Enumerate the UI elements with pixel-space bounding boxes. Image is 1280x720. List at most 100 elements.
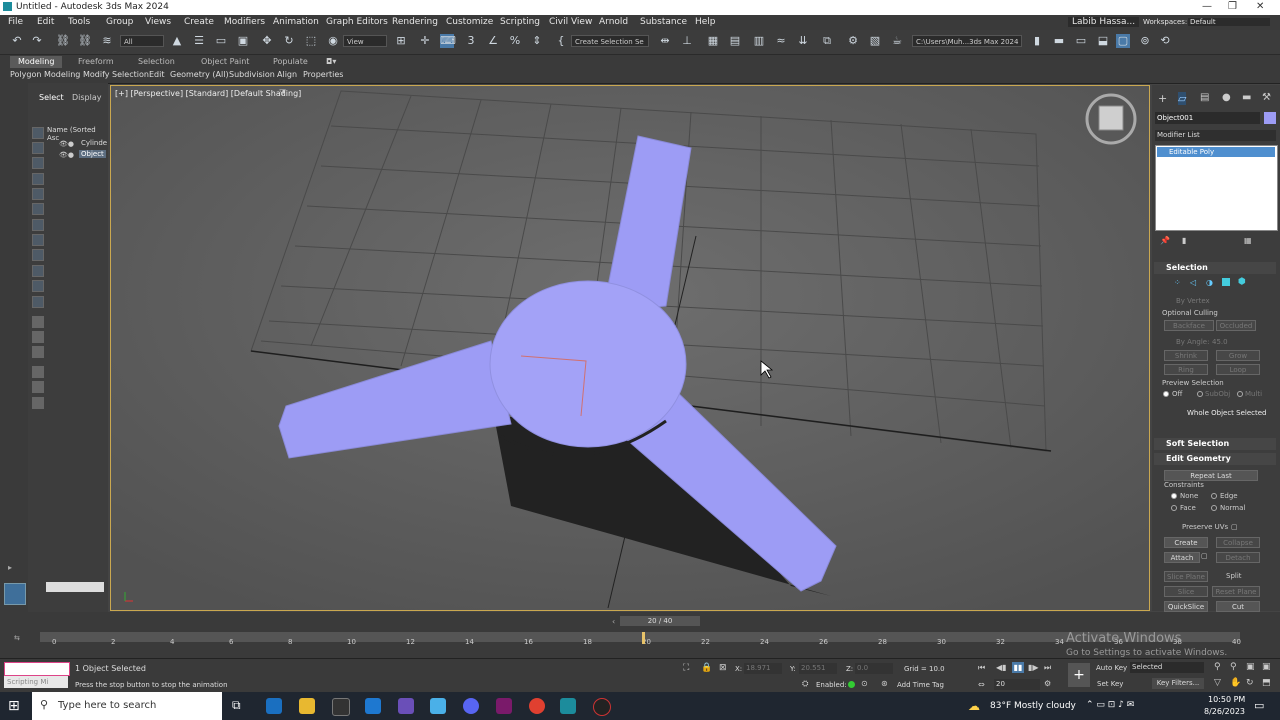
mirror-icon[interactable]: ⇹ — [658, 34, 672, 48]
go-to-start-icon[interactable]: ⏮ — [978, 663, 985, 673]
menu-civil-view[interactable]: Civil View — [549, 17, 592, 27]
time-tag-toggle-icon[interactable]: ⊙ — [861, 679, 868, 688]
layer-explorer-icon[interactable]: ▤ — [728, 34, 742, 48]
zoom-extents-all-icon[interactable]: ▣ — [1262, 662, 1271, 672]
render-setup-icon[interactable]: ⚙ — [846, 34, 860, 48]
viewport-nav-icon[interactable] — [4, 583, 26, 605]
tab-modeling[interactable]: Modeling — [10, 56, 63, 68]
hierarchy-tab-icon[interactable]: ▤ — [1200, 92, 1209, 103]
preserve-uvs-checkbox[interactable]: Preserve UVs — [1182, 523, 1228, 531]
subtab-properties[interactable]: Properties — [303, 70, 343, 79]
quickslice-button[interactable]: QuickSlice — [1164, 601, 1208, 612]
file-explorer-icon[interactable] — [299, 698, 315, 714]
maxscript-mini-listener[interactable]: Scripting Mi — [4, 676, 68, 688]
grow-button[interactable]: Grow — [1216, 350, 1260, 361]
subtab-align[interactable]: Align — [277, 70, 297, 79]
modify-tab-icon[interactable]: ▱ — [1178, 92, 1187, 105]
menu-rendering[interactable]: Rendering — [392, 17, 438, 27]
field-of-view-icon[interactable]: ▽ — [1214, 678, 1221, 688]
menu-substance[interactable]: Substance — [640, 17, 687, 27]
scale-icon[interactable]: ⬚ — [304, 34, 318, 48]
all-filter-icon[interactable] — [32, 296, 44, 308]
time-slider[interactable]: 20 / 40 — [620, 616, 700, 626]
pan-icon[interactable]: ✋ — [1230, 678, 1241, 688]
menu-scripting[interactable]: Scripting — [500, 17, 540, 27]
key-selection-dropdown[interactable]: Selected — [1130, 662, 1204, 673]
current-frame-field[interactable]: 20 — [994, 679, 1040, 690]
tab-object-paint[interactable]: Object Paint — [193, 56, 257, 68]
collapse-arrow-icon[interactable]: ▸ — [8, 563, 12, 572]
subtab-modify-selection[interactable]: Modify Selection — [83, 70, 149, 79]
constraint-none-radio[interactable] — [1171, 493, 1177, 499]
preview-multi-radio[interactable] — [1237, 391, 1243, 397]
taskbar-search-box[interactable]: ⚲ Type here to search — [32, 692, 222, 720]
auto-key-button[interactable]: Auto Key — [1096, 664, 1127, 672]
zoom-icon[interactable]: ⚲ — [1214, 662, 1221, 672]
place-icon[interactable]: ◉ — [326, 34, 340, 48]
by-angle-checkbox[interactable]: By Angle: — [1176, 338, 1209, 346]
subobject-element-icon[interactable]: ⬢ — [1238, 277, 1246, 287]
detach-button[interactable]: Detach — [1216, 552, 1260, 563]
x-coordinate-field[interactable]: 18.971 — [744, 663, 782, 674]
ring-button[interactable]: Ring — [1164, 364, 1208, 375]
isolate-icon[interactable]: ⛶ — [683, 663, 689, 673]
menu-views[interactable]: Views — [145, 17, 171, 27]
create-button[interactable]: Create — [1164, 537, 1208, 548]
adobe-xd-icon[interactable] — [496, 698, 512, 714]
menu-edit[interactable]: Edit — [37, 17, 54, 27]
tab-selection[interactable]: Selection — [130, 56, 183, 68]
tab-populate[interactable]: Populate — [265, 56, 316, 68]
loop-button[interactable]: Loop — [1216, 364, 1260, 375]
gallery-icon[interactable]: ▭ — [1074, 34, 1088, 48]
add-time-tag[interactable]: Add Time Tag — [897, 681, 944, 689]
windows-start-icon[interactable]: ⊞ — [8, 698, 20, 714]
clock-time[interactable]: 10:50 PM — [1208, 695, 1245, 704]
unlink-icon[interactable]: ⛓ — [78, 34, 92, 48]
render-icon[interactable]: ☕ — [890, 34, 904, 48]
discord-icon[interactable] — [463, 698, 479, 714]
configure-sets-icon[interactable]: ▦ — [1244, 236, 1252, 245]
ribbon-options-icon[interactable]: ◘▾ — [326, 57, 336, 66]
subtab-polygon-modeling[interactable]: Polygon Modeling — [10, 70, 80, 79]
funnel-icon[interactable] — [32, 366, 44, 378]
preserve-uvs-settings-icon[interactable]: ▢ — [1231, 523, 1238, 531]
menu-help[interactable]: Help — [695, 17, 716, 27]
spinner-snap-icon[interactable]: ⇕ — [530, 34, 544, 48]
subobject-border-icon[interactable]: ◑ — [1206, 278, 1213, 287]
key-filters-button[interactable]: Key Filters... — [1152, 678, 1204, 689]
scene-tab-display[interactable]: Display — [72, 93, 102, 102]
user-account[interactable]: Labib Hassa... — [1068, 17, 1140, 27]
warp-filter-icon[interactable] — [32, 219, 44, 231]
by-vertex-checkbox[interactable]: By Vertex — [1176, 297, 1210, 305]
notes-app-icon[interactable] — [430, 698, 446, 714]
tab-freeform[interactable]: Freeform — [70, 56, 122, 68]
material-editor-icon[interactable]: ⧉ — [820, 34, 834, 48]
maxscript-listener-top[interactable] — [4, 662, 70, 676]
mail-icon[interactable] — [365, 698, 381, 714]
viewport-layout-icon[interactable]: ▢ — [1116, 34, 1130, 48]
rotate-icon[interactable]: ↻ — [282, 34, 296, 48]
scene-tab-select[interactable]: Select — [39, 93, 64, 102]
viewport-filter-icon[interactable]: ⧩ — [279, 88, 286, 98]
menu-tools[interactable]: Tools — [68, 17, 90, 27]
find-icon[interactable] — [32, 381, 44, 393]
stack-item-editable-poly[interactable]: Editable Poly — [1157, 147, 1275, 157]
undo-icon[interactable]: ↶ — [10, 34, 24, 48]
go-to-end-icon[interactable]: ⏭ — [1044, 663, 1051, 673]
reset-plane-button[interactable]: Reset Plane — [1212, 586, 1260, 597]
camera-filter-icon[interactable] — [32, 188, 44, 200]
collapse-button[interactable]: Collapse — [1216, 537, 1260, 548]
project-folder-icon[interactable]: ▮ — [1030, 34, 1044, 48]
slice-plane-button[interactable]: Slice Plane — [1164, 571, 1208, 582]
modifier-list-dropdown[interactable]: Modifier List — [1155, 130, 1276, 141]
set-keys-icon[interactable]: + — [1068, 663, 1090, 687]
slice-button[interactable]: Slice — [1164, 586, 1208, 597]
selection-lock-icon[interactable]: 🔒 — [701, 663, 712, 673]
reference-coord-dropdown[interactable]: View — [343, 35, 387, 47]
current-frame-marker[interactable] — [642, 632, 645, 644]
cut-button[interactable]: Cut — [1216, 601, 1260, 612]
schematic-view-icon[interactable]: ⇊ — [796, 34, 810, 48]
rendered-frame-icon[interactable]: ▧ — [868, 34, 882, 48]
weather-text[interactable]: 83°F Mostly cloudy — [990, 701, 1076, 711]
3ds-max-taskbar-icon[interactable] — [560, 698, 576, 714]
